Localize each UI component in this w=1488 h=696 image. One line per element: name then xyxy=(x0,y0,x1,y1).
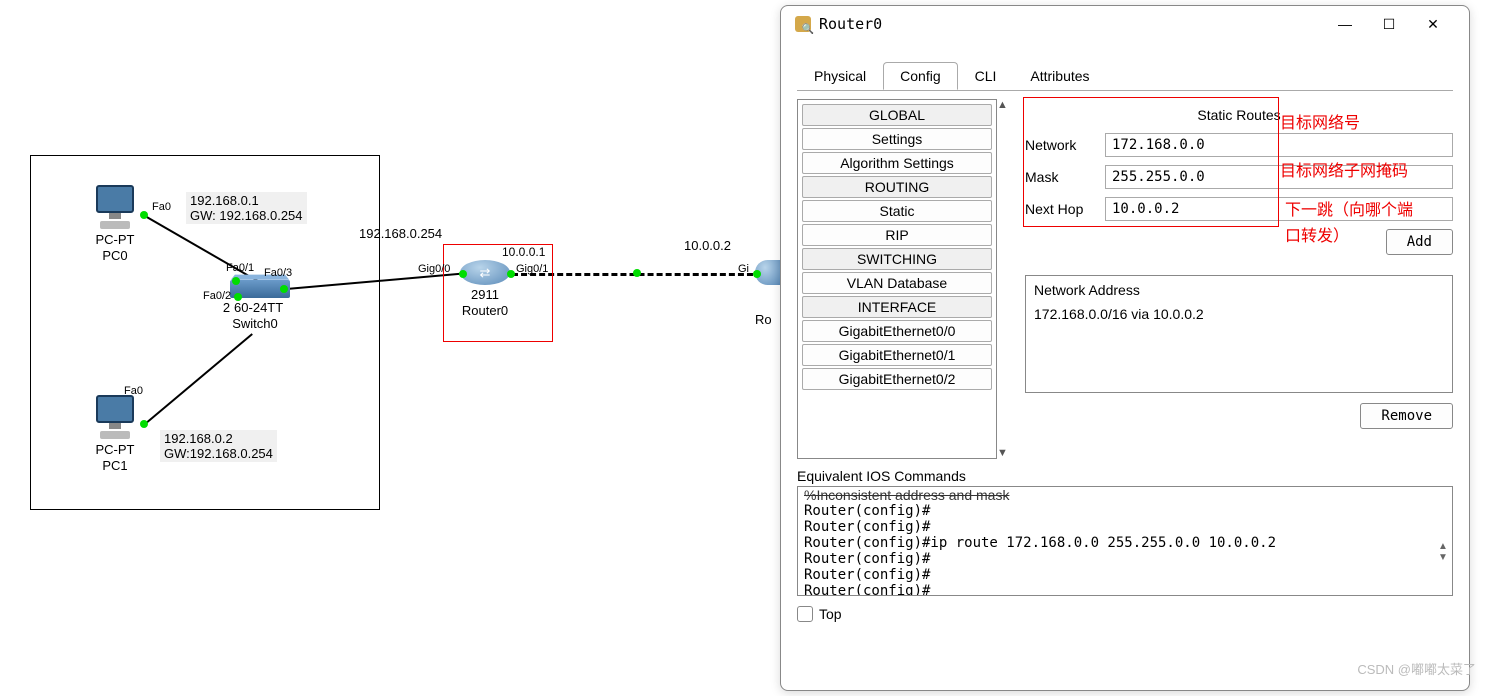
scroll-up-icon[interactable]: ▲ xyxy=(997,99,1011,111)
remove-button[interactable]: Remove xyxy=(1360,403,1453,429)
pc1-ip-label: 192.168.0.2GW:192.168.0.254 xyxy=(160,430,277,462)
router0-wan-ip: 10.0.0.1 xyxy=(498,244,549,260)
mask-label: Mask xyxy=(1025,169,1105,185)
nav-static[interactable]: Static xyxy=(802,200,992,222)
config-nav: GLOBAL Settings Algorithm Settings ROUTI… xyxy=(797,99,997,459)
port-dot xyxy=(140,211,148,219)
tab-config[interactable]: Config xyxy=(883,62,957,90)
nav-gig0-0[interactable]: GigabitEthernet0/0 xyxy=(802,320,992,342)
router0-lan-ip: 192.168.0.254 xyxy=(355,225,446,242)
nav-algorithm-settings[interactable]: Algorithm Settings xyxy=(802,152,992,174)
switch-port1: Fa0/1 xyxy=(226,262,254,274)
network-input[interactable] xyxy=(1105,133,1453,157)
router1-wan-ip: 10.0.0.2 xyxy=(680,237,735,254)
switch-port3: Fa0/3 xyxy=(264,267,292,279)
tab-cli[interactable]: CLI xyxy=(958,62,1014,90)
nav-rip[interactable]: RIP xyxy=(802,224,992,246)
form-title: Static Routes xyxy=(1025,99,1453,133)
nav-header-switching[interactable]: SWITCHING xyxy=(802,248,992,270)
titlebar[interactable]: Router0 — ☐ ✕ xyxy=(781,6,1469,42)
network-label: Network xyxy=(1025,137,1105,153)
window-title: Router0 xyxy=(819,15,1323,33)
maximize-button[interactable]: ☐ xyxy=(1367,10,1411,38)
switch-name: Switch0 xyxy=(232,316,278,331)
tab-physical[interactable]: Physical xyxy=(797,62,883,90)
annotation-nexthop: 下一跳（向哪个端口转发） xyxy=(1285,198,1413,249)
nav-settings[interactable]: Settings xyxy=(802,128,992,150)
port-dot xyxy=(459,270,467,278)
router-icon xyxy=(460,260,510,285)
scroll-down-icon[interactable]: ▼ xyxy=(997,447,1011,459)
term-scrollbar[interactable]: ▲▼ xyxy=(1438,541,1450,563)
tab-bar: Physical Config CLI Attributes xyxy=(781,62,1469,90)
ios-commands-section: Equivalent IOS Commands %Inconsistent ad… xyxy=(797,468,1453,596)
router0-model: 2911 xyxy=(471,287,499,302)
switch-model: 60-24TT xyxy=(234,300,283,315)
ios-terminal[interactable]: %Inconsistent address and mask Router(co… xyxy=(797,486,1453,596)
topology-canvas[interactable]: PC-PTPC0 Fa0 192.168.0.1GW: 192.168.0.25… xyxy=(0,0,780,696)
device-router0[interactable]: 2911Router0 xyxy=(460,260,510,318)
nav-header-interface[interactable]: INTERFACE xyxy=(802,296,992,318)
pc1-port: Fa0 xyxy=(124,385,143,397)
close-button[interactable]: ✕ xyxy=(1411,10,1455,38)
top-checkbox[interactable] xyxy=(797,606,813,622)
router0-port-left: Gig0/0 xyxy=(418,263,450,275)
router-icon xyxy=(795,16,811,32)
ios-label: Equivalent IOS Commands xyxy=(797,468,1453,484)
port-dot xyxy=(234,293,242,301)
port-dot xyxy=(507,270,515,278)
minimize-button[interactable]: — xyxy=(1323,10,1367,38)
nav-scrollbar[interactable]: ▲▼ xyxy=(997,99,1011,459)
ios-line-error: %Inconsistent address and mask xyxy=(804,487,1446,503)
window-footer: Top xyxy=(781,596,1469,632)
pc0-port: Fa0 xyxy=(152,201,171,213)
port-dot xyxy=(140,420,148,428)
route-list[interactable]: Network Address 172.168.0.0/16 via 10.0.… xyxy=(1025,275,1453,393)
pc-icon xyxy=(90,395,140,440)
static-routes-form: Static Routes Network Mask Next Hop Add … xyxy=(1025,99,1453,459)
tab-attributes[interactable]: Attributes xyxy=(1013,62,1106,90)
annotation-mask: 目标网络子网掩码 xyxy=(1280,160,1408,184)
ios-output: Router(config)# Router(config)# Router(c… xyxy=(804,503,1446,596)
pc0-ip-label: 192.168.0.1GW: 192.168.0.254 xyxy=(186,192,307,224)
pc0-name: PC0 xyxy=(102,248,127,263)
nav-vlan-database[interactable]: VLAN Database xyxy=(802,272,992,294)
port-dot xyxy=(280,285,288,293)
watermark: CSDN @嘟嘟太菜了 xyxy=(1357,659,1476,678)
router0-config-window: Router0 — ☐ ✕ Physical Config CLI Attrib… xyxy=(780,5,1470,691)
nav-gig0-1[interactable]: GigabitEthernet0/1 xyxy=(802,344,992,366)
router1-port: Gi xyxy=(738,263,749,275)
nexthop-label: Next Hop xyxy=(1025,201,1105,217)
route-list-header: Network Address xyxy=(1034,282,1444,298)
pc-icon xyxy=(90,185,140,230)
router0-port-right: Gig0/1 xyxy=(516,263,548,275)
router0-name: Router0 xyxy=(462,303,508,318)
router1-name: Ro xyxy=(755,312,772,327)
route-entry[interactable]: 172.168.0.0/16 via 10.0.0.2 xyxy=(1034,306,1444,322)
nav-header-routing[interactable]: ROUTING xyxy=(802,176,992,198)
device-pc1[interactable]: PC-PTPC1 xyxy=(90,395,140,473)
pc0-type: PC-PT xyxy=(96,232,135,247)
device-pc0[interactable]: PC-PTPC0 xyxy=(90,185,140,263)
port-dot xyxy=(753,270,761,278)
port-dot xyxy=(633,269,641,277)
nav-gig0-2[interactable]: GigabitEthernet0/2 xyxy=(802,368,992,390)
annotation-network: 目标网络号 xyxy=(1280,112,1360,136)
pc1-name: PC1 xyxy=(102,458,127,473)
pc1-type: PC-PT xyxy=(96,442,135,457)
port-dot xyxy=(232,277,240,285)
nav-header-global[interactable]: GLOBAL xyxy=(802,104,992,126)
switch-port2: Fa0/2 xyxy=(203,290,231,302)
top-label: Top xyxy=(819,606,842,622)
